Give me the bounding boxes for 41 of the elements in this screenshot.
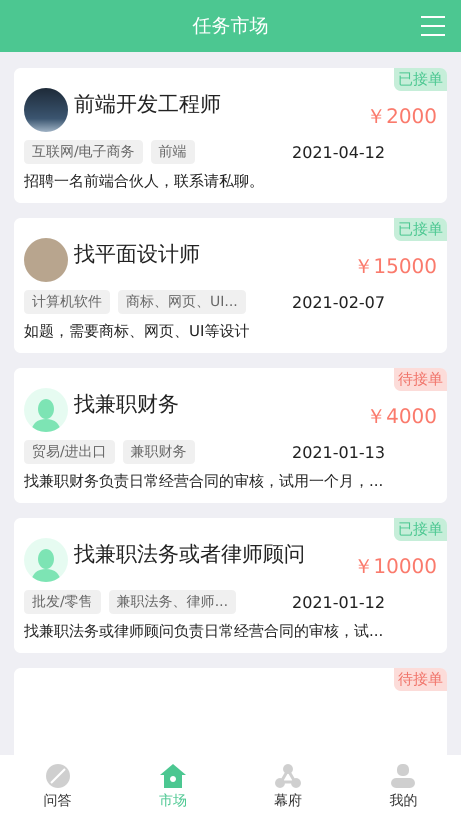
category-tag: 贸易/进出口: [24, 440, 115, 464]
category-tag: 兼职法务、律师...: [108, 590, 236, 614]
status-badge: 已接单: [394, 518, 447, 541]
task-title: 找平面设计师: [74, 241, 201, 268]
category-tag: 互联网/电子商务: [24, 140, 143, 164]
category-tag: 批发/零售: [24, 590, 101, 614]
task-date: 2021-04-12: [292, 142, 385, 162]
task-card[interactable]: 已接单 前端开发工程师 ￥2000 互联网/电子商务 前端 2021-04-12 招聘一名前端合伙人，联系请私聊。: [14, 68, 447, 203]
task-title: 找兼职财务: [74, 391, 180, 418]
status-badge: 待接单: [394, 668, 447, 691]
user-icon: [390, 763, 416, 789]
task-description: 招聘一名前端合伙人，联系请私聊。: [24, 172, 265, 191]
task-date: 2021-01-12: [292, 592, 385, 612]
task-card[interactable]: 待接单 找兼职财务 ￥4000 贸易/进出口 兼职财务 2021-01-13 找兼职财务负责日常经营合同的审核，试用一个月，...: [14, 368, 447, 503]
task-description: 找兼职财务负责日常经营合同的审核，试用一个月，...: [24, 472, 384, 491]
category-tag: 计算机软件: [24, 290, 110, 314]
task-price: ￥4000: [366, 403, 437, 430]
status-badge: 待接单: [394, 368, 447, 391]
task-description: 如题，需要商标、网页、UI等设计: [24, 322, 250, 341]
task-price: ￥2000: [366, 103, 437, 130]
category-tag: 商标、网页、UI...: [118, 290, 246, 314]
task-card[interactable]: 已接单 找平面设计师 ￥15000 计算机软件 商标、网页、UI... 2021-02-07 如题，需要商标、网页、UI等设计: [14, 218, 447, 353]
tab-item[interactable]: 我的: [346, 755, 461, 818]
nodes-icon: [274, 763, 302, 789]
task-description: 找兼职法务或律师顾问负责日常经营合同的审核，试...: [24, 622, 384, 641]
page-title: 任务市场: [192, 14, 268, 39]
tab-item[interactable]: 幕府: [230, 755, 346, 818]
status-badge: 已接单: [394, 68, 447, 91]
task-title: 前端开发工程师: [74, 91, 222, 118]
task-title: 找兼职法务或者律师顾问: [74, 541, 306, 568]
category-tag: 前端: [150, 140, 195, 164]
task-date: 2021-01-13: [292, 442, 385, 462]
menu-button[interactable]: [419, 14, 447, 38]
home-icon: [158, 763, 187, 789]
task-price: ￥10000: [353, 553, 437, 580]
task-date: 2021-02-07: [292, 292, 385, 312]
task-card[interactable]: 已接单 找兼职法务或者律师顾问 ￥10000 批发/零售 兼职法务、律师... 2021-01-12 找兼职法务或律师顾问负责日常经营合同的审核，试...: [14, 518, 447, 653]
tab-item[interactable]: 问答: [0, 755, 116, 818]
task-price: ￥15000: [353, 253, 437, 280]
category-tag: 兼职财务: [122, 440, 195, 464]
status-badge: 已接单: [394, 218, 447, 241]
